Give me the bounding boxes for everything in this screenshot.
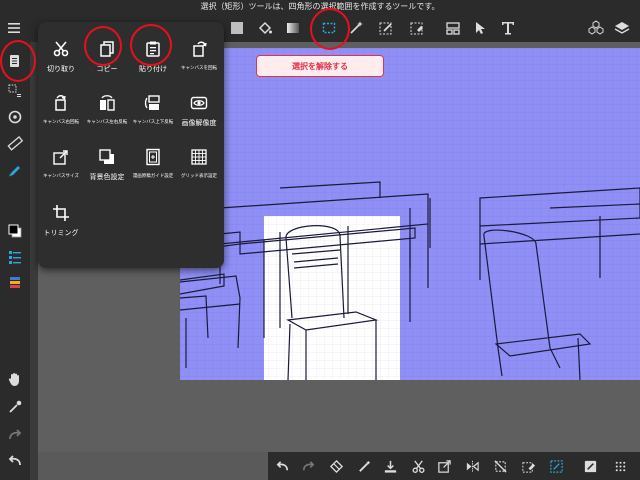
image-resolution-label: 画像解像度 bbox=[181, 119, 217, 127]
panel-layout-icon[interactable] bbox=[442, 17, 464, 39]
apply-layer-icon[interactable] bbox=[580, 456, 600, 476]
flip-horizontal-icon bbox=[96, 92, 118, 114]
canvas-size-label: キャンバスサイズ bbox=[43, 174, 79, 179]
bottom-toolbar bbox=[268, 452, 640, 480]
cut-icon[interactable] bbox=[408, 456, 428, 476]
comic-guide-label: 漫画原稿ガイド設定 bbox=[132, 174, 174, 179]
selection-layer-icon[interactable] bbox=[4, 80, 26, 102]
flip-vertical-icon bbox=[142, 92, 164, 114]
eyedropper-icon[interactable] bbox=[4, 396, 26, 418]
deselect-label: 選択を解除する bbox=[292, 61, 348, 71]
highlight-circle-copy bbox=[84, 26, 122, 66]
select-pen-icon[interactable] bbox=[375, 17, 397, 39]
color-swatch-icon[interactable] bbox=[4, 220, 26, 242]
canvas-size-menu-item[interactable]: キャンバスサイズ bbox=[38, 134, 84, 188]
comic-guide-icon bbox=[142, 146, 164, 168]
copy-label: コピー bbox=[96, 65, 118, 73]
deselect-button[interactable]: 選択を解除する bbox=[256, 55, 384, 77]
color-palette-icon[interactable] bbox=[4, 272, 26, 294]
highlight-circle-paste bbox=[130, 24, 172, 66]
deselect-icon[interactable] bbox=[490, 456, 510, 476]
canvas-artwork[interactable] bbox=[180, 48, 640, 380]
scale-icon[interactable] bbox=[434, 456, 454, 476]
flip-vertical-label: キャンバス上下反転 bbox=[132, 120, 174, 125]
flip-vertical-menu-item[interactable]: キャンバス上下反転 bbox=[130, 80, 176, 134]
rotate-right-icon bbox=[50, 92, 72, 114]
layers-icon[interactable] bbox=[611, 17, 633, 39]
ruler-icon[interactable] bbox=[4, 132, 26, 154]
rotate-right-menu-item[interactable]: キャンバス右回転 bbox=[38, 80, 84, 134]
paste-label: 貼り付け bbox=[139, 65, 167, 73]
hand-tool-icon[interactable] bbox=[4, 368, 26, 390]
flip-horizontal-label: キャンバス左右反転 bbox=[86, 120, 128, 125]
selection-pen-icon[interactable] bbox=[354, 456, 374, 476]
rotate-canvas-menu-item[interactable]: キャンバスを回転 bbox=[176, 26, 222, 80]
left-toolbar bbox=[0, 42, 30, 480]
transform-icon[interactable] bbox=[4, 106, 26, 128]
fill-selection-icon[interactable] bbox=[380, 456, 400, 476]
rotate-canvas-icon bbox=[188, 38, 210, 60]
text-tool-icon[interactable] bbox=[497, 17, 519, 39]
trim-label: トリミング bbox=[43, 229, 79, 237]
background-color-icon bbox=[96, 146, 118, 168]
select-eraser-icon[interactable] bbox=[406, 17, 428, 39]
grid-icon bbox=[188, 146, 210, 168]
flip-icon[interactable] bbox=[462, 456, 482, 476]
trim-icon bbox=[50, 202, 72, 224]
scissors-icon bbox=[50, 38, 72, 60]
fill-color-swatch-icon[interactable] bbox=[226, 17, 248, 39]
background-color-menu-item[interactable]: 背景色設定 bbox=[84, 134, 130, 188]
more-options-icon[interactable] bbox=[610, 456, 630, 476]
canvas-size-icon bbox=[50, 146, 72, 168]
material-icon[interactable] bbox=[585, 17, 607, 39]
grid-settings-label: グリッド表示設定 bbox=[181, 174, 217, 179]
brush-list-icon[interactable] bbox=[4, 246, 26, 268]
background-color-label: 背景色設定 bbox=[89, 173, 125, 181]
brush-tool-icon[interactable] bbox=[4, 160, 26, 182]
cut-menu-item[interactable]: 切り取り bbox=[38, 26, 84, 80]
paint-bucket-icon[interactable] bbox=[254, 17, 276, 39]
flip-horizontal-menu-item[interactable]: キャンバス左右反転 bbox=[84, 80, 130, 134]
operation-cursor-icon[interactable] bbox=[470, 17, 492, 39]
edit-menu-popup: 切り取り コピー 貼り付け キャンバスを回転 キャンバス右回転 キャンバス左右反… bbox=[38, 22, 224, 268]
comic-guide-menu-item[interactable]: 漫画原稿ガイド設定 bbox=[130, 134, 176, 188]
trim-menu-item[interactable]: トリミング bbox=[38, 190, 84, 244]
eye-icon bbox=[188, 92, 210, 114]
grid-settings-menu-item[interactable]: グリッド表示設定 bbox=[176, 134, 222, 188]
rotate-right-label: キャンバス右回転 bbox=[43, 120, 79, 125]
undo-icon[interactable] bbox=[4, 450, 26, 472]
layer-panel-strip bbox=[30, 42, 38, 480]
highlight-circle-select bbox=[310, 8, 350, 50]
redo-icon[interactable] bbox=[4, 424, 26, 446]
transform-selection-icon[interactable] bbox=[326, 456, 346, 476]
menu-icon[interactable] bbox=[3, 17, 25, 39]
redo-icon[interactable] bbox=[298, 456, 318, 476]
cut-label: 切り取り bbox=[47, 65, 75, 73]
undo-icon[interactable] bbox=[272, 456, 292, 476]
highlight-circle-left bbox=[0, 40, 36, 82]
rotate-canvas-label: キャンバスを回転 bbox=[181, 66, 217, 71]
image-resolution-menu-item[interactable]: 画像解像度 bbox=[176, 80, 222, 134]
gradient-icon[interactable] bbox=[282, 17, 304, 39]
select-all-icon[interactable] bbox=[546, 456, 566, 476]
clear-selection-icon[interactable] bbox=[518, 456, 538, 476]
